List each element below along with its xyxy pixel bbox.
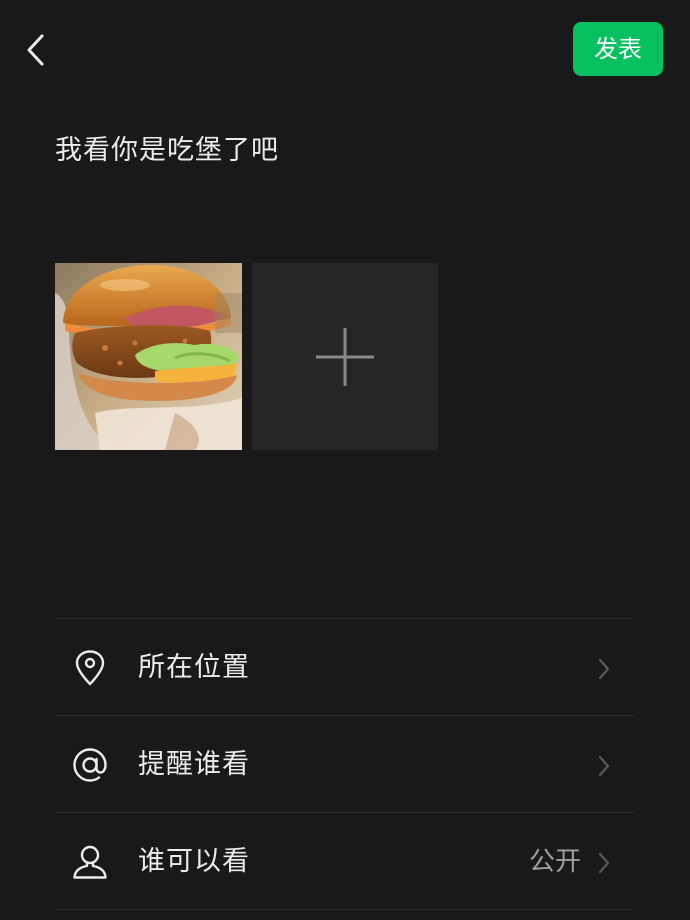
moments-compose-screen: 发表 我看你是吃堡了吧 所在位置 提醒谁看 谁可以看 公开 bbox=[0, 0, 690, 920]
back-button[interactable] bbox=[14, 24, 58, 76]
photo-thumbnail[interactable] bbox=[55, 263, 242, 450]
plus-icon bbox=[316, 327, 374, 386]
publish-button[interactable]: 发表 bbox=[573, 22, 663, 76]
chevron-left-icon bbox=[27, 34, 44, 66]
add-photo-button[interactable] bbox=[252, 263, 438, 450]
burger-photo-image bbox=[55, 263, 242, 450]
option-visibility-label: 谁可以看 bbox=[138, 846, 250, 877]
image-grid bbox=[55, 263, 438, 450]
visibility-value: 公开 bbox=[528, 847, 581, 877]
person-icon bbox=[71, 843, 109, 881]
option-mention-label: 提醒谁看 bbox=[138, 749, 250, 780]
post-text-input[interactable]: 我看你是吃堡了吧 bbox=[55, 131, 635, 171]
post-options-list: 所在位置 提醒谁看 谁可以看 公开 bbox=[55, 618, 635, 910]
option-visibility[interactable]: 谁可以看 公开 bbox=[55, 813, 635, 910]
option-location-label: 所在位置 bbox=[138, 652, 250, 683]
option-mention[interactable]: 提醒谁看 bbox=[55, 716, 635, 813]
option-location[interactable]: 所在位置 bbox=[55, 619, 635, 716]
chevron-right-icon bbox=[598, 852, 610, 874]
chevron-right-icon bbox=[598, 755, 610, 777]
at-sign-icon bbox=[71, 746, 109, 784]
chevron-right-icon bbox=[598, 658, 610, 680]
location-pin-icon bbox=[71, 649, 109, 687]
